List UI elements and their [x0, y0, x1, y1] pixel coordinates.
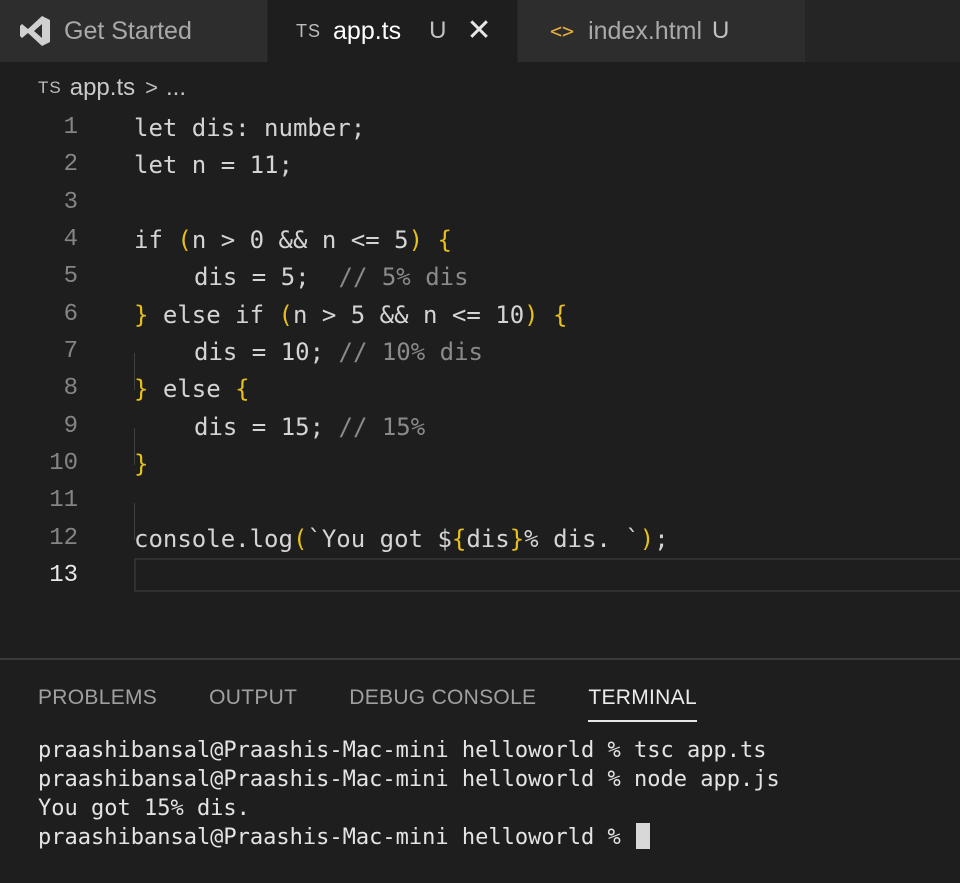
line-number: 10 [49, 450, 78, 477]
line-number: 6 [63, 301, 78, 328]
terminal-cursor [636, 823, 651, 849]
untracked-status-badge: U [429, 17, 447, 44]
line-number: 2 [63, 151, 78, 178]
code-text: let dis: number; [134, 113, 366, 142]
code-line: 3 [0, 184, 960, 221]
code-text: dis = 15; // 15% [194, 412, 426, 441]
tab-label: Get Started [64, 16, 192, 45]
code-line: 2 let n = 11; [0, 146, 960, 183]
code-line: 9 dis = 15; // 15% [0, 408, 960, 445]
line-number: 5 [63, 263, 78, 290]
code-text: let n = 11; [134, 150, 293, 179]
line-number: 8 [63, 375, 78, 402]
vscode-window: Get Started TS app.ts U ✕ <> index.html … [0, 0, 960, 883]
code-text: if (n > 0 && n <= 5) { [134, 225, 452, 254]
code-line: 4 if (n > 0 && n <= 5) { [0, 221, 960, 258]
code-line: 1 let dis: number; [0, 109, 960, 146]
terminal-output[interactable]: praashibansal@Praashis-Mac-mini hellowor… [38, 736, 780, 852]
terminal-prompt-line: praashibansal@Praashis-Mac-mini hellowor… [38, 823, 780, 852]
panel-tab-bar: PROBLEMS OUTPUT DEBUG CONSOLE TERMINAL [38, 684, 749, 722]
line-number: 12 [49, 525, 78, 552]
line-number: 11 [49, 487, 78, 514]
tab-terminal[interactable]: TERMINAL [588, 684, 697, 722]
code-line: 6 } else if (n > 5 && n <= 10) { [0, 296, 960, 333]
current-line-highlight [134, 558, 960, 592]
breadcrumb-file[interactable]: app.ts [70, 74, 135, 102]
code-line: 5 dis = 5; // 5% dis [0, 258, 960, 295]
code-line: 11 [0, 482, 960, 519]
code-text: dis = 10; // 10% dis [194, 337, 483, 366]
chevron-right-icon: > [145, 75, 158, 100]
line-number: 3 [63, 189, 78, 216]
terminal-prompt: praashibansal@Praashis-Mac-mini hellowor… [38, 825, 635, 850]
code-text: } else { [134, 374, 250, 403]
line-number: 7 [63, 338, 78, 365]
terminal-line: praashibansal@Praashis-Mac-mini hellowor… [38, 767, 780, 792]
code-line: 10 } [0, 445, 960, 482]
tab-label: index.html [588, 16, 703, 45]
tab-label: app.ts [333, 16, 402, 45]
tab-app-ts[interactable]: TS app.ts U ✕ [268, 0, 518, 62]
code-text: dis = 5; // 5% dis [194, 262, 469, 291]
tab-output[interactable]: OUTPUT [209, 684, 297, 720]
line-number: 4 [63, 226, 78, 253]
html-icon: <> [550, 19, 575, 43]
bottom-panel: PROBLEMS OUTPUT DEBUG CONSOLE TERMINAL p… [0, 660, 960, 883]
line-number: 9 [63, 413, 78, 440]
breadcrumb-symbol[interactable]: ... [166, 74, 186, 102]
terminal-line: praashibansal@Praashis-Mac-mini hellowor… [38, 738, 767, 763]
untracked-status-badge: U [712, 17, 730, 44]
breadcrumb: TS app.ts > ... [38, 72, 186, 104]
line-number: 1 [63, 114, 78, 141]
line-number: 13 [49, 562, 78, 589]
code-line: 7 dis = 10; // 10% dis [0, 333, 960, 370]
typescript-icon: TS [38, 78, 62, 97]
code-line: 12 console.log(`You got ${dis}% dis. `); [0, 520, 960, 557]
code-text: } else if (n > 5 && n <= 10) { [134, 300, 568, 329]
editor-tab-bar: Get Started TS app.ts U ✕ <> index.html … [0, 0, 960, 62]
code-text: console.log(`You got ${dis}% dis. `); [134, 524, 669, 553]
code-text: } [134, 449, 149, 478]
close-icon[interactable]: ✕ [466, 16, 491, 46]
terminal-line: You got 15% dis. [38, 796, 250, 821]
vscode-logo-icon [20, 16, 50, 46]
code-line: 8 } else { [0, 370, 960, 407]
typescript-icon: TS [296, 20, 322, 41]
tab-index-html[interactable]: <> index.html U [518, 0, 806, 62]
tab-get-started[interactable]: Get Started [0, 0, 268, 62]
tab-debug-console[interactable]: DEBUG CONSOLE [349, 684, 536, 720]
tab-problems[interactable]: PROBLEMS [38, 684, 157, 720]
